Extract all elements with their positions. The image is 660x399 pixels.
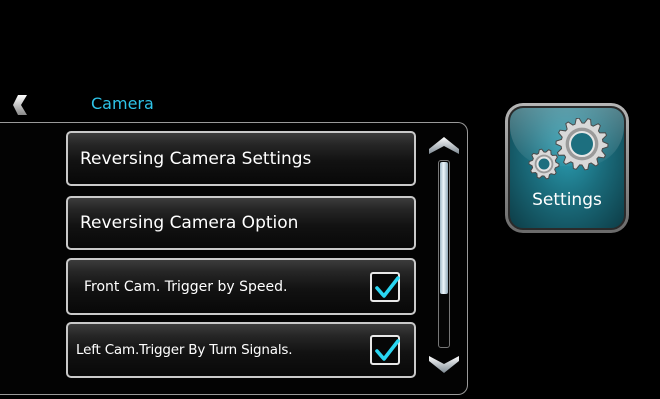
reversing-camera-settings-button[interactable]: Reversing Camera Settings xyxy=(66,131,416,186)
back-button[interactable] xyxy=(10,93,34,117)
settings-button[interactable]: Settings xyxy=(505,103,629,233)
chevron-up-icon xyxy=(429,137,459,154)
checkmark-icon xyxy=(375,339,400,361)
front-cam-trigger-checkbox[interactable] xyxy=(370,271,400,302)
left-cam-trigger-row[interactable]: Left Cam.Trigger By Turn Signals. xyxy=(66,322,416,378)
page-title: Camera xyxy=(91,94,154,113)
item-label: Front Cam. Trigger by Speed. xyxy=(84,278,288,295)
scroll-thumb[interactable] xyxy=(440,162,448,294)
chevron-left-icon xyxy=(13,95,27,115)
settings-label: Settings xyxy=(532,190,602,210)
chevron-down-icon xyxy=(429,356,459,373)
left-cam-trigger-checkbox[interactable] xyxy=(370,335,400,365)
scroll-down-button[interactable] xyxy=(427,355,461,375)
front-cam-trigger-row[interactable]: Front Cam. Trigger by Speed. xyxy=(66,258,416,315)
header: Camera xyxy=(0,88,470,118)
checkmark-icon xyxy=(375,275,400,298)
scroll-track[interactable] xyxy=(438,160,450,348)
scroll-up-button[interactable] xyxy=(427,135,461,155)
item-label: Reversing Camera Option xyxy=(80,213,299,233)
gears-icon xyxy=(528,118,609,180)
settings-button-face: Settings xyxy=(508,106,626,230)
item-label: Left Cam.Trigger By Turn Signals. xyxy=(76,342,293,358)
reversing-camera-option-button[interactable]: Reversing Camera Option xyxy=(66,196,416,250)
item-label: Reversing Camera Settings xyxy=(80,148,312,169)
